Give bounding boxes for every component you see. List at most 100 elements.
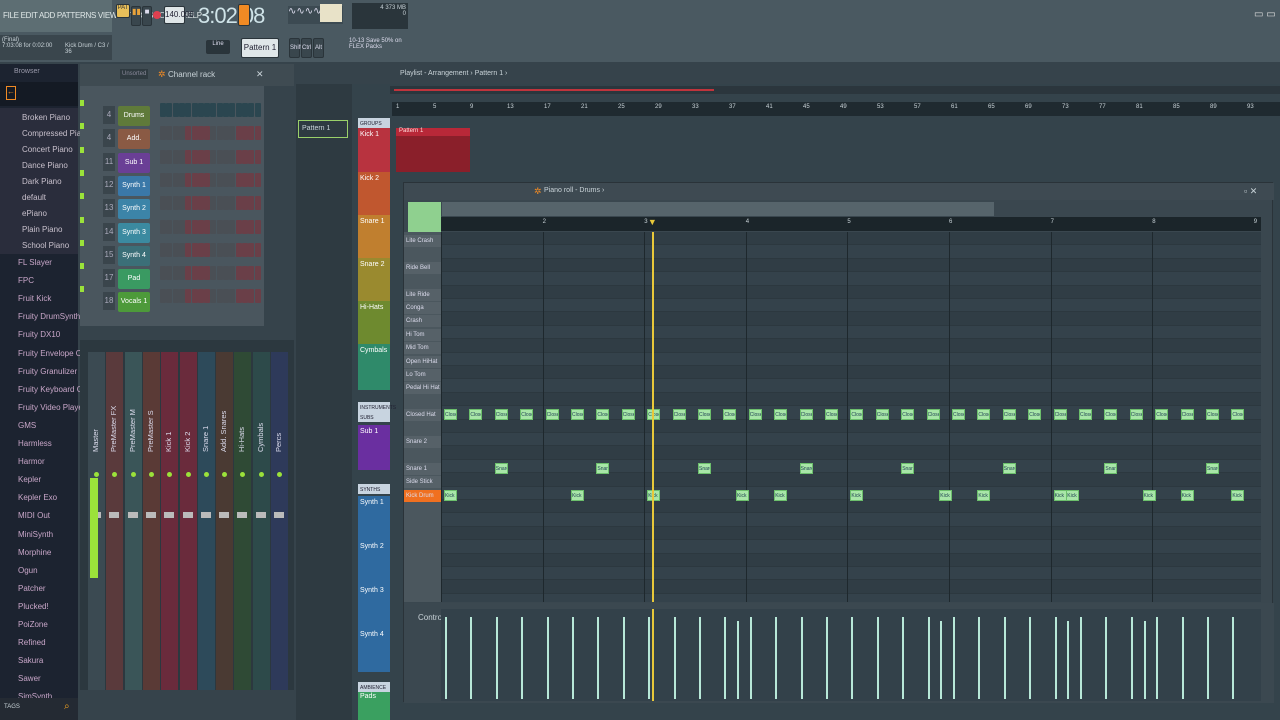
velocity-bar[interactable] [622,617,625,699]
channel-number[interactable]: 18 [103,292,115,311]
velocity-bar[interactable] [737,621,740,699]
note[interactable]: Snare 1 [494,462,508,474]
mixer-fader[interactable] [127,512,138,518]
step-button[interactable] [185,126,192,141]
bar-number[interactable]: 13 [507,104,514,110]
step-button[interactable] [166,196,173,211]
note[interactable]: Kick Dr. [850,489,864,501]
browser-plugin[interactable]: FL Slayer [18,258,52,267]
velocity-bar[interactable] [775,621,778,699]
step-button[interactable] [223,242,229,257]
velocity-bar[interactable] [495,619,498,699]
step-button[interactable] [191,196,198,211]
playhead[interactable] [651,232,654,602]
playlist-track-snare-1[interactable]: Snare 1 [358,215,390,258]
velocity-bar[interactable] [902,619,905,699]
note[interactable]: Kick Dr. [571,489,584,501]
step-button[interactable] [185,149,192,164]
track-group-header[interactable]: INSTRUMENTS [358,402,396,412]
step-button[interactable] [204,149,211,164]
velocity-bar[interactable] [1054,621,1057,699]
step-button[interactable] [210,126,217,141]
drum-key[interactable]: Pedal Hi Hat [404,382,441,395]
mixer-led[interactable] [240,472,246,477]
browser-preset[interactable]: Plain Piano [22,225,62,234]
velocity-bar[interactable] [470,617,473,699]
browser-preset[interactable]: Dark Piano [22,177,62,186]
drum-key[interactable]: Lo Tom [404,369,441,381]
ghost-notes-toggle[interactable] [408,202,441,232]
mixer-led[interactable] [112,472,118,477]
velocity-bar[interactable] [1105,619,1108,699]
step-button[interactable] [160,172,166,187]
note[interactable]: Closed [748,409,762,421]
pat-song-toggle[interactable]: PAT [116,4,130,18]
note[interactable]: Kick Dr. [1142,489,1156,501]
bar-number[interactable]: 21 [581,104,588,110]
step-button[interactable] [235,126,242,141]
channel-led[interactable] [80,286,84,293]
track-group-header[interactable]: AMBIENCE [358,682,390,692]
channel-led[interactable] [80,239,84,246]
browser-plugin[interactable]: Sakura [18,656,43,665]
step-button[interactable] [254,172,261,187]
step-button[interactable] [241,126,248,141]
note[interactable]: Closed [875,409,889,421]
step-button[interactable] [216,219,223,234]
mixer-led[interactable] [258,472,264,477]
note[interactable]: Closed [926,409,940,421]
velocity-bar[interactable] [1181,621,1184,699]
browser-plugin[interactable]: Sawer [18,674,41,683]
note[interactable]: Closed [825,409,838,421]
step-button[interactable] [223,219,229,234]
step-button[interactable] [185,289,192,304]
drum-key[interactable]: Hi Tom [404,328,441,341]
step-button[interactable] [210,242,217,257]
mixer-fader[interactable] [164,512,175,518]
stop-button[interactable]: ■ [142,6,152,26]
playlist-ruler[interactable]: 1 5 9 13 17 21 25 29 33 37 41 45 49 53 57 61 65 69 73 77 81 8… [392,102,1280,116]
step-button[interactable] [172,196,179,211]
step-button[interactable] [178,289,185,304]
bar-number[interactable]: 9 [1254,219,1257,225]
step-button[interactable] [172,289,179,304]
playlist-track-cymbals[interactable]: Cymbals [358,344,390,390]
step-button[interactable] [160,196,166,211]
browser-plugin[interactable]: Ogun [18,566,38,575]
step-button[interactable] [166,219,173,234]
note[interactable]: Closed [520,409,534,421]
note[interactable]: Kick Dr. [1180,489,1194,501]
step-button[interactable] [204,126,211,141]
mixer-track[interactable]: PreMaster M [124,352,142,690]
note[interactable]: Closed [1053,409,1067,421]
step-button[interactable] [216,103,223,117]
main-menu[interactable]: FILE EDIT ADD PATTERNS VIEW OPTIONS TOOL… [0,0,202,32]
bar-number[interactable]: 4 [746,219,749,225]
velocity-bar[interactable] [749,617,752,699]
velocity-bar[interactable] [1143,621,1146,699]
velocity-bar[interactable] [851,621,854,699]
step-button[interactable] [223,172,229,187]
velocity-bar[interactable] [1156,617,1159,699]
note[interactable]: Snare 1 [901,462,915,474]
step-button[interactable] [229,149,236,164]
step-button[interactable] [210,172,217,187]
step-button[interactable] [178,242,185,257]
step-button[interactable] [191,172,198,187]
group-filter[interactable]: Unsorted [120,69,149,79]
channel-number[interactable]: 15 [103,245,115,264]
step-button[interactable] [229,266,236,281]
step-button[interactable] [160,242,166,257]
snap-select[interactable]: Line [206,40,230,54]
mixer-fader[interactable] [200,512,211,518]
bar-number[interactable]: 25 [618,104,625,110]
bar-number[interactable]: 49 [840,104,847,110]
note[interactable]: Closed [1180,409,1194,421]
step-button[interactable] [223,266,229,281]
browser-plugin[interactable]: MiniSynth [18,530,53,539]
playlist-track-synth-1[interactable]: Synth 1 [358,496,390,540]
note-overview[interactable] [442,202,994,216]
velocity-bar[interactable] [1130,617,1133,699]
bar-number[interactable]: 53 [877,104,884,110]
bar-number[interactable]: 57 [914,104,921,110]
